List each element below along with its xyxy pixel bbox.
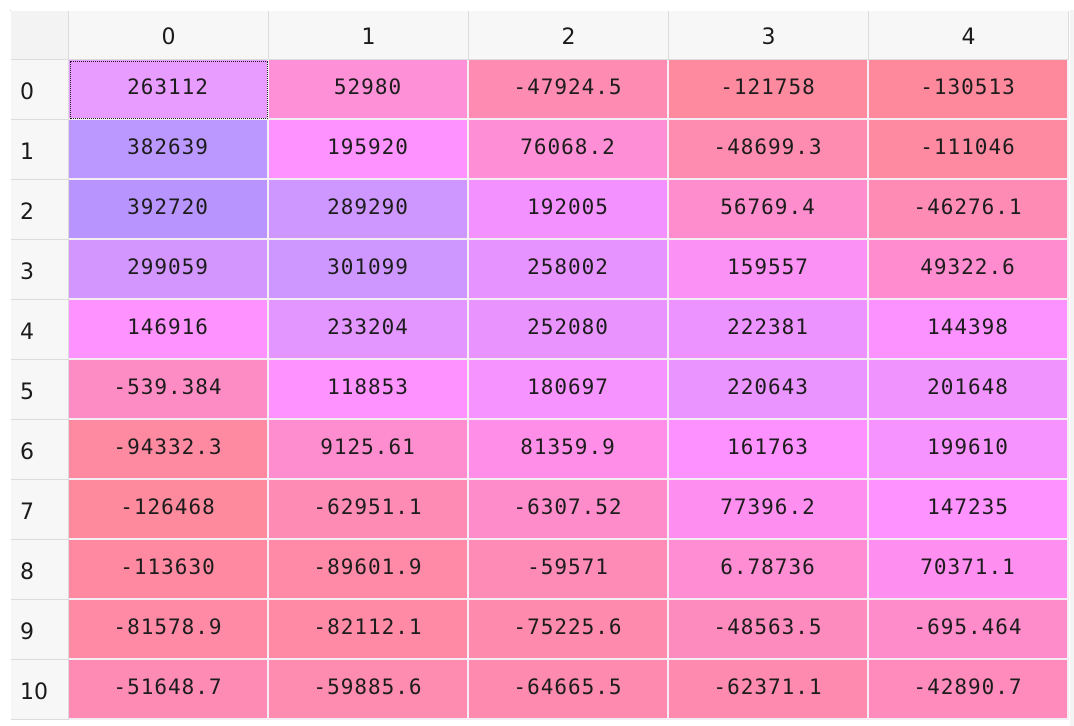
- row-header-2[interactable]: 2: [11, 180, 69, 240]
- row-header-9[interactable]: 9: [11, 600, 69, 660]
- table-cell[interactable]: -130513: [869, 60, 1069, 120]
- table-cell[interactable]: -94332.3: [69, 420, 269, 480]
- table-cell[interactable]: -121758: [669, 60, 869, 120]
- table-cell[interactable]: 289290: [269, 180, 469, 240]
- table-cell[interactable]: 6.78736: [669, 540, 869, 600]
- table-cell[interactable]: -59885.6: [269, 660, 469, 720]
- table-cell[interactable]: -111046: [869, 120, 1069, 180]
- table-cell[interactable]: 81359.9: [469, 420, 669, 480]
- table-cell[interactable]: 220643: [669, 360, 869, 420]
- table-cell[interactable]: -62951.1: [269, 480, 469, 540]
- table-cell[interactable]: 301099: [269, 240, 469, 300]
- column-header-4[interactable]: 4: [869, 11, 1069, 60]
- row-header-8[interactable]: 8: [11, 540, 69, 600]
- dataframe-viewer: 0 1 2 3 4 0 263112 52980 -47924.5 -121758 -130513 1…: [0, 0, 1074, 726]
- table-cell[interactable]: 56769.4: [669, 180, 869, 240]
- column-header-3[interactable]: 3: [669, 11, 869, 60]
- table-cell[interactable]: 180697: [469, 360, 669, 420]
- table-cell[interactable]: -46276.1: [869, 180, 1069, 240]
- table-cell[interactable]: -51648.7: [69, 660, 269, 720]
- table-cell[interactable]: 161763: [669, 420, 869, 480]
- row-header-6[interactable]: 6: [11, 420, 69, 480]
- table-cell[interactable]: 252080: [469, 300, 669, 360]
- table-cell[interactable]: -62371.1: [669, 660, 869, 720]
- row-header-7[interactable]: 7: [11, 480, 69, 540]
- table-cell[interactable]: 9125.61: [269, 420, 469, 480]
- row-header-3[interactable]: 3: [11, 240, 69, 300]
- table-cell[interactable]: 52980: [269, 60, 469, 120]
- table-cell[interactable]: -113630: [69, 540, 269, 600]
- row-header-1[interactable]: 1: [11, 120, 69, 180]
- column-header-0[interactable]: 0: [69, 11, 269, 60]
- table-cell[interactable]: -539.384: [69, 360, 269, 420]
- table-cell[interactable]: 146916: [69, 300, 269, 360]
- table-cell[interactable]: 233204: [269, 300, 469, 360]
- table-cell[interactable]: -695.464: [869, 600, 1069, 660]
- table-cell[interactable]: -47924.5: [469, 60, 669, 120]
- table-cell[interactable]: 258002: [469, 240, 669, 300]
- table-cell[interactable]: -64665.5: [469, 660, 669, 720]
- table-cell[interactable]: 263112: [69, 60, 269, 120]
- table-cell[interactable]: 77396.2: [669, 480, 869, 540]
- row-header-10[interactable]: 10: [11, 660, 69, 720]
- table-cell[interactable]: 299059: [69, 240, 269, 300]
- table-cell[interactable]: 49322.6: [869, 240, 1069, 300]
- table-cell[interactable]: -75225.6: [469, 600, 669, 660]
- table-cell[interactable]: 147235: [869, 480, 1069, 540]
- table-cell[interactable]: 382639: [69, 120, 269, 180]
- table-cell[interactable]: 118853: [269, 360, 469, 420]
- table-cell[interactable]: -82112.1: [269, 600, 469, 660]
- table-cell[interactable]: 392720: [69, 180, 269, 240]
- table-cell[interactable]: 144398: [869, 300, 1069, 360]
- table-cell[interactable]: 201648: [869, 360, 1069, 420]
- table-cell[interactable]: -81578.9: [69, 600, 269, 660]
- table-cell[interactable]: -48563.5: [669, 600, 869, 660]
- table-cell[interactable]: 70371.1: [869, 540, 1069, 600]
- vertical-scrollbar[interactable]: [1070, 10, 1074, 726]
- row-header-5[interactable]: 5: [11, 360, 69, 420]
- table-cell[interactable]: 222381: [669, 300, 869, 360]
- column-header-2[interactable]: 2: [469, 11, 669, 60]
- row-header-4[interactable]: 4: [11, 300, 69, 360]
- table-corner[interactable]: [11, 11, 69, 60]
- row-header-0[interactable]: 0: [11, 60, 69, 120]
- table-cell[interactable]: -42890.7: [869, 660, 1069, 720]
- table-cell[interactable]: 192005: [469, 180, 669, 240]
- data-table[interactable]: 0 1 2 3 4 0 263112 52980 -47924.5 -121758 -130513 1…: [10, 10, 1069, 720]
- table-cell[interactable]: -126468: [69, 480, 269, 540]
- table-cell[interactable]: 199610: [869, 420, 1069, 480]
- table-cell[interactable]: 159557: [669, 240, 869, 300]
- table-cell[interactable]: -89601.9: [269, 540, 469, 600]
- table-cell[interactable]: -6307.52: [469, 480, 669, 540]
- table-cell[interactable]: 195920: [269, 120, 469, 180]
- table-cell[interactable]: 76068.2: [469, 120, 669, 180]
- table-cell[interactable]: -48699.3: [669, 120, 869, 180]
- column-header-1[interactable]: 1: [269, 11, 469, 60]
- table-cell[interactable]: -59571: [469, 540, 669, 600]
